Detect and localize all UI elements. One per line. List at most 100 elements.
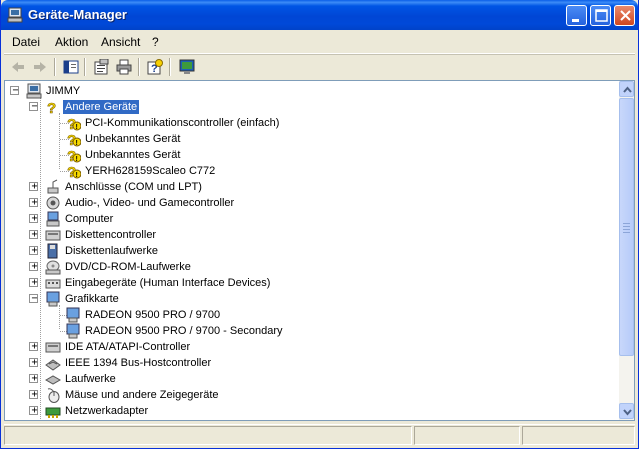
back-button[interactable] <box>8 57 28 77</box>
monitor-button[interactable] <box>177 57 197 77</box>
tree-device-row[interactable]: ?! YERH628159Scaleo C772 <box>5 163 619 179</box>
device-manager-window: Geräte-Manager Datei Aktion Ansicht ? ? … <box>0 0 639 449</box>
computer-icon <box>46 211 60 227</box>
toolbar-separator <box>138 58 140 76</box>
tree-category-label: Anschlüsse (COM und LPT) <box>65 181 202 193</box>
print-icon <box>116 59 132 75</box>
tree-category-ieee1394[interactable]: + IEEE 1394 Bus-Hostcontroller <box>5 355 619 371</box>
svg-text:!: ! <box>76 172 78 179</box>
expand-toggle[interactable]: + <box>29 181 38 192</box>
tree-category-label: Audio-, Video- und Gamecontroller <box>65 197 235 209</box>
close-button[interactable] <box>614 5 635 26</box>
tree-category-label: Eingabegeräte (Human Interface Devices) <box>65 277 271 289</box>
tree-device-label: Unbekanntes Gerät <box>85 149 181 161</box>
input-device-icon <box>45 279 61 289</box>
expand-toggle[interactable]: + <box>29 213 38 224</box>
port-connector-icon <box>47 179 59 194</box>
svg-text:!: ! <box>76 124 78 131</box>
expand-toggle[interactable]: + <box>29 373 38 384</box>
controller-icon <box>45 230 61 241</box>
chevron-up-icon <box>623 86 632 93</box>
computer-icon <box>26 83 42 99</box>
tree-category-label: Netzwerkadapter <box>65 405 149 417</box>
svg-text:!: ! <box>76 156 78 163</box>
expand-toggle[interactable]: + <box>29 357 38 368</box>
scroll-down-button[interactable] <box>619 403 634 419</box>
collapse-toggle[interactable]: − <box>29 101 38 112</box>
print-button[interactable] <box>114 57 134 77</box>
controller-icon <box>45 342 61 353</box>
expand-toggle[interactable]: + <box>29 405 38 416</box>
tree-category-floppy-controller[interactable]: + Diskettencontroller <box>5 227 619 243</box>
collapse-toggle[interactable]: − <box>10 85 19 96</box>
disk-drive-icon <box>45 375 61 385</box>
tree-device-row[interactable]: ?! Unbekanntes Gerät <box>5 147 619 163</box>
tree-device-row[interactable]: RADEON 9500 PRO / 9700 <box>5 307 619 323</box>
tree-device-row[interactable]: ?! PCI-Kommunikationscontroller (einfach… <box>5 115 619 131</box>
forward-button[interactable] <box>30 57 50 77</box>
tree-category-dvd-cdrom[interactable]: + DVD/CD-ROM-Laufwerke <box>5 259 619 275</box>
mouse-icon <box>47 388 60 403</box>
menu-datei[interactable]: Datei <box>12 35 40 49</box>
computer-monitor-icon <box>179 59 195 74</box>
tree-category-label: Diskettenlaufwerke <box>65 245 158 257</box>
unknown-device-warning-icon: ?! <box>67 164 81 179</box>
menu-ansicht[interactable]: Ansicht <box>101 35 140 49</box>
menu-aktion[interactable]: Aktion <box>55 35 88 49</box>
display-adapter-icon <box>66 323 80 339</box>
minimize-button[interactable] <box>566 5 587 26</box>
expand-toggle[interactable]: + <box>29 245 38 256</box>
show-hide-console-tree-button[interactable] <box>61 57 81 77</box>
vertical-scrollbar[interactable] <box>619 81 634 420</box>
tree-category-network[interactable]: + Netzwerkadapter <box>5 403 619 419</box>
tree-category-other-devices[interactable]: − ? Andere Geräte <box>5 99 619 115</box>
tree-device-row[interactable]: ?! Unbekanntes Gerät <box>5 131 619 147</box>
svg-text:!: ! <box>76 140 78 147</box>
menu-help[interactable]: ? <box>152 35 159 49</box>
collapse-toggle[interactable]: − <box>29 293 38 304</box>
tree-category-ports[interactable]: + Anschlüsse (COM und LPT) <box>5 179 619 195</box>
tree-category-drives[interactable]: + Laufwerke <box>5 371 619 387</box>
properties-button[interactable] <box>91 57 111 77</box>
floppy-drive-icon <box>47 243 58 259</box>
expand-toggle[interactable]: + <box>29 341 38 352</box>
tree-category-computer[interactable]: + Computer <box>5 211 619 227</box>
menu-bar: Datei Aktion Ansicht ? <box>4 30 635 54</box>
tree-device-row[interactable]: RADEON 9500 PRO / 9700 - Secondary <box>5 323 619 339</box>
help-icon: ? <box>147 59 163 75</box>
tree-category-label: DVD/CD-ROM-Laufwerke <box>65 261 191 273</box>
speaker-icon <box>46 196 60 210</box>
expand-toggle[interactable]: + <box>29 197 38 208</box>
tree-category-hid[interactable]: + Eingabegeräte (Human Interface Devices… <box>5 275 619 291</box>
expand-toggle[interactable]: + <box>29 261 38 272</box>
status-bar <box>4 424 635 445</box>
device-manager-icon <box>7 7 23 23</box>
tree-root-row[interactable]: − JIMMY <box>5 83 619 99</box>
tree-category-label: Mäuse und andere Zeigegeräte <box>65 389 219 401</box>
tree-category-label: Andere Geräte <box>63 100 140 114</box>
expand-toggle[interactable]: + <box>29 277 38 288</box>
help-button[interactable]: ? <box>145 57 165 77</box>
status-panel <box>522 426 635 445</box>
device-tree[interactable]: − JIMMY − ? Andere Geräte ?! PCI-Kommuni… <box>5 81 619 420</box>
tree-category-mice[interactable]: + Mäuse und andere Zeigegeräte <box>5 387 619 403</box>
properties-icon <box>94 59 109 75</box>
tree-device-label: RADEON 9500 PRO / 9700 <box>85 309 221 321</box>
tree-device-label: RADEON 9500 PRO / 9700 - Secondary <box>85 325 283 337</box>
tree-category-floppy-drives[interactable]: + Diskettenlaufwerke <box>5 243 619 259</box>
expand-toggle[interactable]: + <box>29 229 38 240</box>
maximize-button[interactable] <box>590 5 611 26</box>
tree-device-label: PCI-Kommunikationscontroller (einfach) <box>85 117 280 129</box>
unknown-device-warning-icon: ?! <box>67 148 81 163</box>
tree-device-label: YERH628159Scaleo C772 <box>85 165 216 177</box>
tree-category-label: Laufwerke <box>65 373 116 385</box>
tree-category-graphics[interactable]: − Grafikkarte <box>5 291 619 307</box>
expand-toggle[interactable]: + <box>29 389 38 400</box>
tree-category-ide[interactable]: + IDE ATA/ATAPI-Controller <box>5 339 619 355</box>
scroll-thumb[interactable] <box>619 98 634 356</box>
tree-category-audio[interactable]: + Audio-, Video- und Gamecontroller <box>5 195 619 211</box>
scroll-up-button[interactable] <box>619 81 634 97</box>
title-bar[interactable]: Geräte-Manager <box>1 0 638 30</box>
toolbar-separator <box>84 58 86 76</box>
tree-category-label: Diskettencontroller <box>65 229 157 241</box>
